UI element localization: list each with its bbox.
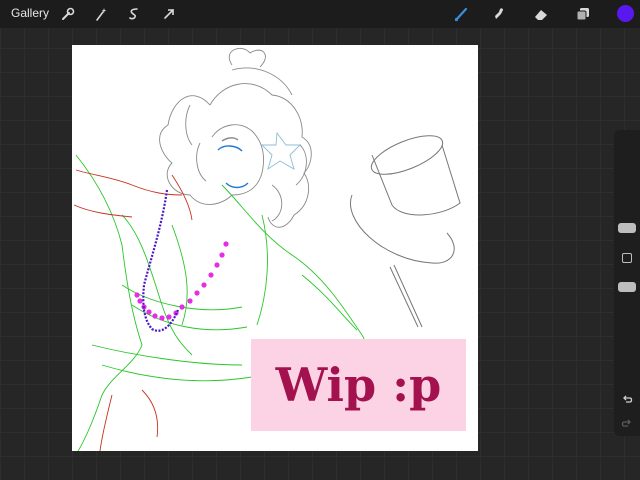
smudge-icon[interactable] [489,4,509,24]
color-picker-button[interactable] [617,5,634,22]
magic-wand-icon[interactable] [91,4,111,24]
brush-size-slider[interactable] [618,223,636,233]
wrench-icon[interactable] [58,4,78,24]
brush-icon[interactable] [451,4,471,24]
redo-icon[interactable] [619,416,635,432]
wip-label-text: Wip :p [275,358,442,412]
gallery-button[interactable]: Gallery [11,6,49,20]
transform-arrow-icon[interactable] [159,4,179,24]
modify-button[interactable] [622,253,632,263]
eraser-icon[interactable] [531,4,551,24]
opacity-slider[interactable] [618,282,636,292]
top-toolbar: Gallery [0,0,640,28]
drawing-canvas[interactable]: Wip :p [72,45,478,451]
side-toolbar [614,130,640,436]
wip-label-box: Wip :p [251,339,466,431]
undo-icon[interactable] [619,392,635,408]
selection-icon[interactable] [124,4,144,24]
layers-icon[interactable] [573,4,593,24]
